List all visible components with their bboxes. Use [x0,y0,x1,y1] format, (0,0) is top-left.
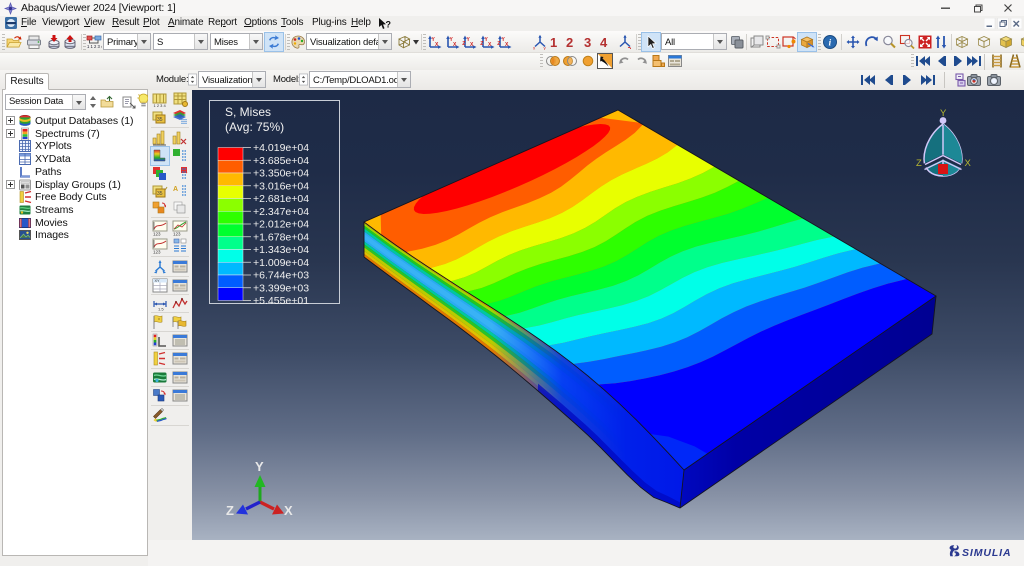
svg-text:1 1 2 3 4: 1 1 2 3 4 [87,44,102,49]
svg-text:1.5: 1.5 [158,307,164,312]
svg-text:X: X [284,503,293,518]
svg-text:?: ? [386,20,392,30]
svg-text:+3.350e+04: +3.350e+04 [253,168,309,180]
svg-text:Z: Z [226,503,234,518]
svg-text:S, Mises: S, Mises [225,105,271,119]
svg-text:+6.744e+03: +6.744e+03 [253,270,309,282]
svg-text:123: 123 [153,250,161,255]
svg-text:Z: Z [497,41,500,47]
svg-text:1 2 3 4: 1 2 3 4 [154,103,167,108]
svg-text:y: y [544,46,547,51]
svg-text:+1.343e+04: +1.343e+04 [253,244,309,256]
svg-text:(Avg: 75%): (Avg: 75%) [225,120,284,134]
svg-text:A: A [173,186,178,193]
svg-text:+3.399e+03: +3.399e+03 [253,282,309,294]
svg-text:Z: Z [462,41,465,47]
svg-text:+5.455e+01: +5.455e+01 [253,295,309,307]
svg-text:+4.019e+04: +4.019e+04 [253,142,309,154]
svg-text:35: 35 [157,117,163,123]
svg-text:+2.012e+04: +2.012e+04 [253,219,309,231]
svg-text:+3.016e+04: +3.016e+04 [253,180,309,192]
svg-text:+2.681e+04: +2.681e+04 [253,193,309,205]
svg-text:+1.009e+04: +1.009e+04 [253,257,309,269]
svg-text:+3.685e+04: +3.685e+04 [253,155,309,167]
svg-text:Z: Z [916,158,922,169]
svg-text:123: 123 [153,232,161,237]
svg-text:123: 123 [173,232,181,237]
svg-text:X: X [965,158,972,169]
svg-text:SIMULIA: SIMULIA [962,547,1011,557]
svg-text:XY: XY [155,279,161,283]
svg-text:+2.347e+04: +2.347e+04 [253,206,309,218]
svg-text:Y: Y [255,459,264,474]
svg-text:Z: Z [480,41,483,47]
svg-text:+1.678e+04: +1.678e+04 [253,231,309,243]
svg-text:35: 35 [157,191,163,197]
